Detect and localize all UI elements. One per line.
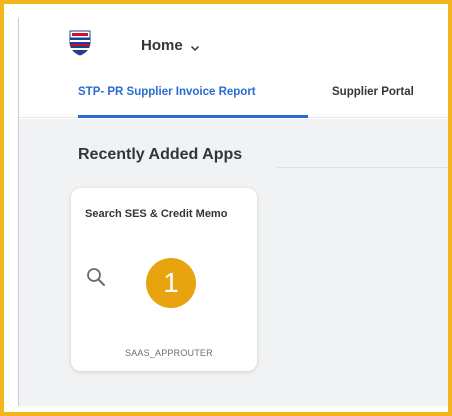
tile-title: Search SES & Credit Memo [85,208,228,220]
launchpad-content: Recently Added Apps Search SES & Credit … [19,119,448,406]
chevron-down-icon [190,40,200,52]
tab-stp-pr-supplier-invoice-report[interactable]: STP- PR Supplier Invoice Report [78,86,256,106]
section-title: Recently Added Apps [78,146,243,163]
home-label: Home [141,36,183,54]
step-number-badge: 1 [146,258,196,308]
screenshot-frame: Home STP- PR Supplier Invoice Report Sup… [0,0,452,416]
section-divider [277,167,448,168]
home-menu[interactable]: Home [141,34,200,56]
union-pacific-shield-icon[interactable] [68,28,92,56]
search-icon [86,267,106,287]
tab-bar: STP- PR Supplier Invoice Report Supplier… [19,76,448,118]
active-tab-indicator [78,115,308,118]
tile-footer: SAAS_APPROUTER [125,348,213,358]
tab-supplier-portal[interactable]: Supplier Portal [332,86,414,106]
